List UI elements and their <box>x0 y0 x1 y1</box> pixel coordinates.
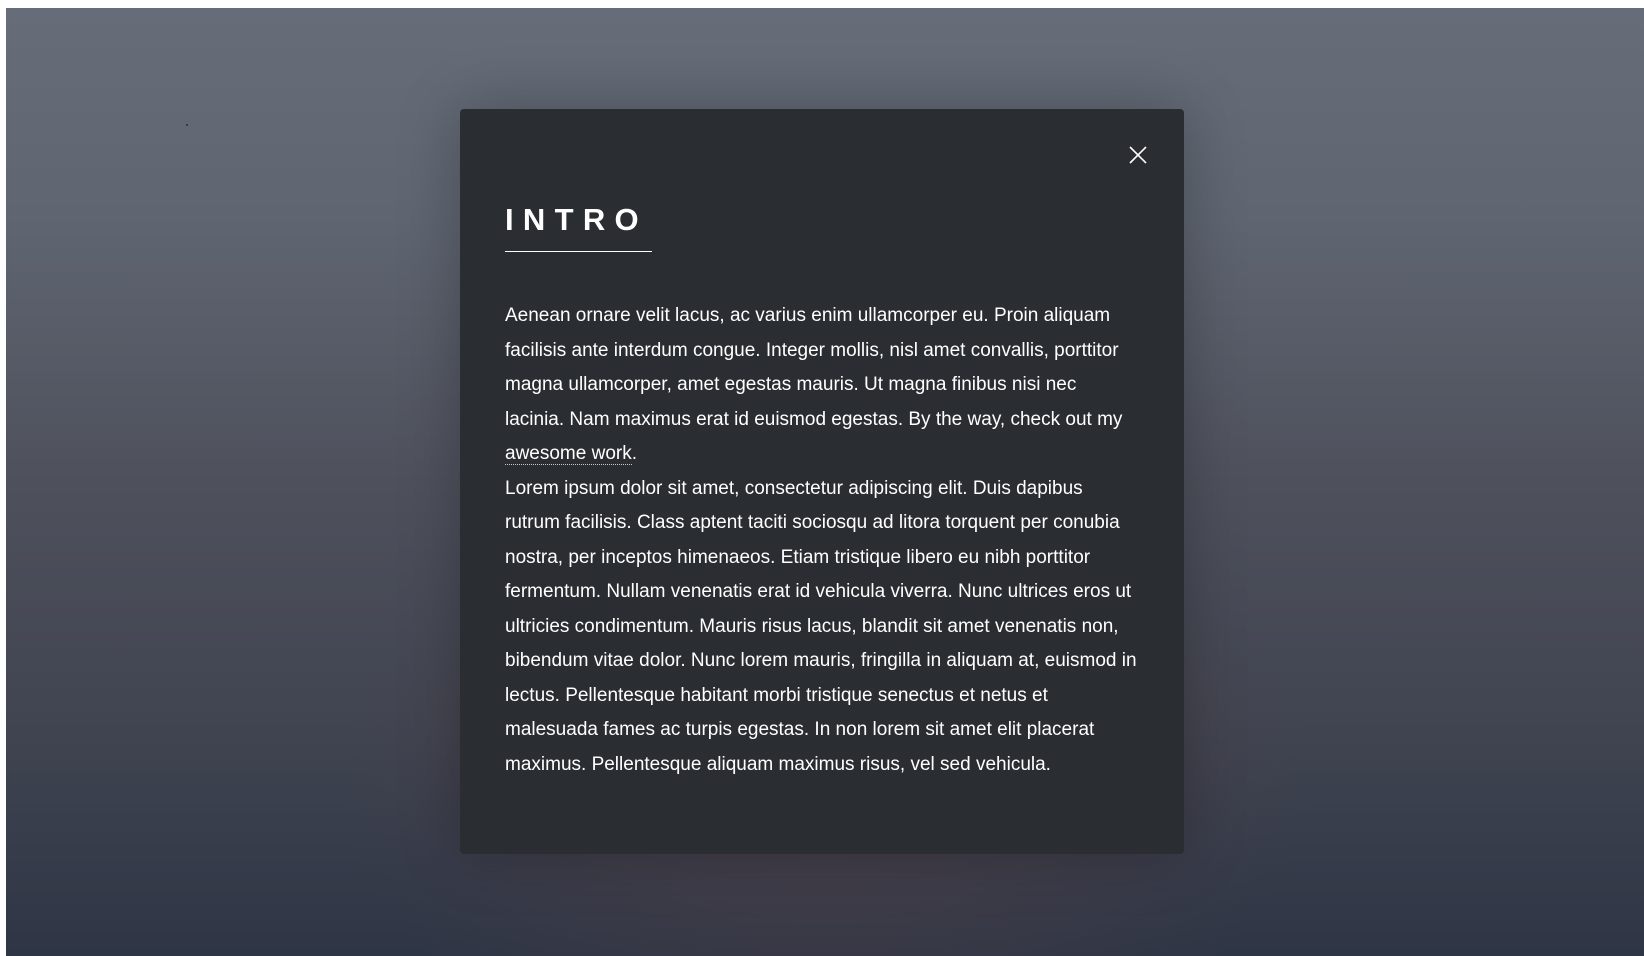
awesome-work-link[interactable]: awesome work <box>505 443 632 465</box>
modal-body: Aenean ornare velit lacus, ac varius eni… <box>505 299 1139 782</box>
paragraph-1-text: Aenean ornare velit lacus, ac varius eni… <box>505 305 1123 430</box>
intro-paragraph-1: Aenean ornare velit lacus, ac varius eni… <box>505 299 1139 472</box>
close-button[interactable] <box>1122 139 1154 171</box>
intro-paragraph-2: Lorem ipsum dolor sit amet, consectetur … <box>505 477 1137 775</box>
background-speck <box>186 124 188 126</box>
paragraph-1-end: . <box>631 443 637 464</box>
intro-modal: INTRO Aenean ornare velit lacus, ac vari… <box>460 109 1184 854</box>
modal-title: INTRO <box>505 204 652 252</box>
close-icon <box>1129 146 1147 164</box>
page-background[interactable]: INTRO Aenean ornare velit lacus, ac vari… <box>6 8 1644 956</box>
